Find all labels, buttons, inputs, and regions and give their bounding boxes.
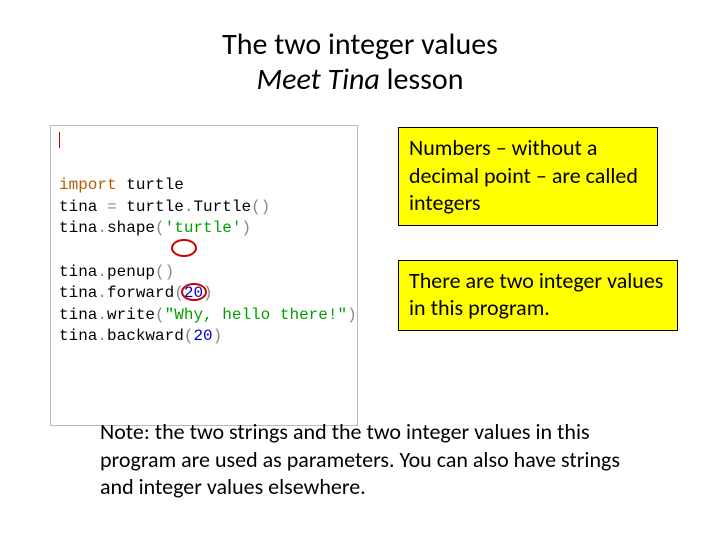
callout-definition: Numbers – without a decimal point – are … bbox=[398, 127, 658, 226]
callout-column: Numbers – without a decimal point – are … bbox=[398, 125, 678, 331]
code-string-turtle: 'turtle' bbox=[165, 219, 242, 237]
slide-title: The two integer values Meet Tina lesson bbox=[0, 0, 720, 97]
callout-count: There are two integer values in this pro… bbox=[398, 260, 678, 331]
title-line-1: The two integer values bbox=[0, 28, 720, 63]
code-kw-import: import bbox=[59, 176, 117, 194]
cursor-mark-icon bbox=[59, 132, 60, 148]
code-int-2: 20 bbox=[193, 327, 212, 345]
code-int-1: 20 bbox=[184, 284, 203, 302]
title-plain-part: lesson bbox=[380, 61, 464, 98]
title-line-2: Meet Tina lesson bbox=[0, 63, 720, 98]
content-row: import turtle tina = turtle.Turtle() tin… bbox=[0, 97, 720, 426]
footnote: Note: the two strings and the two intege… bbox=[100, 418, 640, 501]
annotation-circle-1 bbox=[171, 239, 197, 257]
code-panel: import turtle tina = turtle.Turtle() tin… bbox=[50, 125, 358, 426]
code-string-hello: "Why, hello there!" bbox=[165, 306, 347, 324]
title-italic-part: Meet Tina bbox=[257, 61, 380, 98]
code-module: turtle bbox=[126, 176, 184, 194]
